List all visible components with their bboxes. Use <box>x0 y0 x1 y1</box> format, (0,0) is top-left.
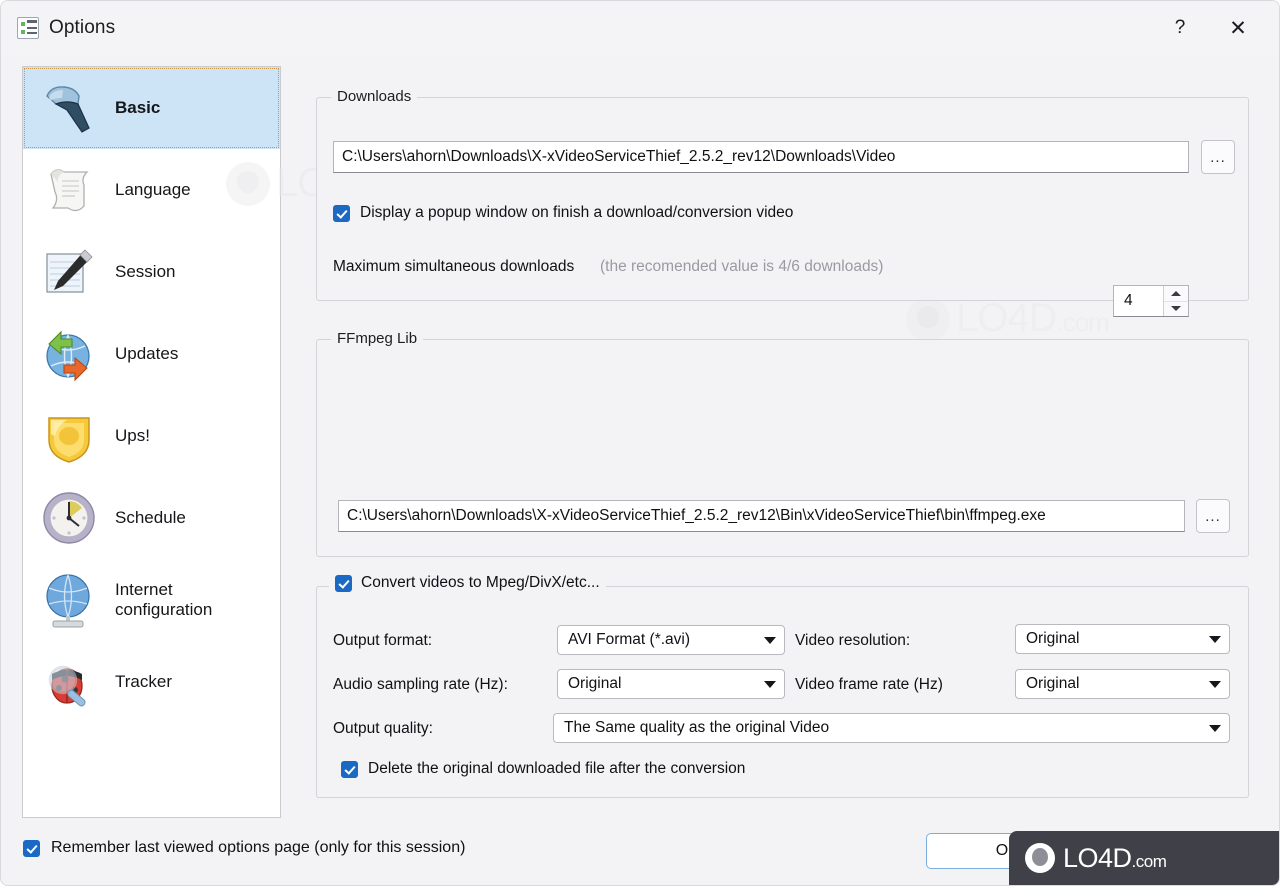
convert-group: Convert videos to Mpeg/DivX/etc... Outpu… <box>316 574 1249 798</box>
watermark-logo-icon <box>1025 843 1055 873</box>
video-frame-rate-label: Video frame rate (Hz) <box>795 676 943 693</box>
video-resolution-label: Video resolution: <box>795 632 911 649</box>
output-format-select[interactable]: AVI Format (*.avi) <box>557 625 785 655</box>
popup-on-finish-checkbox-row[interactable]: Display a popup window on finish a downl… <box>333 204 793 222</box>
close-icon[interactable]: ✕ <box>1209 8 1267 48</box>
ffmpeg-group-title: FFmpeg Lib <box>331 330 424 347</box>
audio-sampling-rate-label: Audio sampling rate (Hz): <box>333 676 508 693</box>
stepper-up-icon[interactable] <box>1164 286 1188 302</box>
ffmpeg-path-input[interactable]: C:\Users\ahorn\Downloads\X-xVideoService… <box>338 500 1185 532</box>
sidebar-item-label: Schedule <box>115 508 186 528</box>
remember-page-checkbox-row[interactable]: Remember last viewed options page (only … <box>23 839 465 857</box>
delete-original-checkbox[interactable] <box>341 760 358 778</box>
video-resolution-value: Original <box>1026 630 1080 647</box>
sidebar-item-internet-configuration[interactable]: Internet configuration <box>23 559 280 641</box>
window-title: Options <box>49 17 116 38</box>
chevron-down-icon <box>1209 680 1221 688</box>
watermark-badge: LO4D.com <box>1009 831 1279 885</box>
popup-on-finish-label: Display a popup window on finish a downl… <box>360 204 794 221</box>
options-category-list[interactable]: Basic Language Session Updates Ups! Sche… <box>22 66 281 818</box>
sidebar-item-updates[interactable]: Updates <box>23 313 280 395</box>
gold-shield-icon <box>37 404 101 468</box>
sidebar-item-label: Tracker <box>115 672 172 692</box>
convert-videos-label: Convert videos to Mpeg/DivX/etc... <box>361 574 600 591</box>
download-path-input[interactable]: C:\Users\ahorn\Downloads\X-xVideoService… <box>333 141 1189 173</box>
notepad-pen-icon <box>37 240 101 304</box>
output-format-label: Output format: <box>333 632 433 649</box>
remember-page-checkbox[interactable] <box>23 839 40 857</box>
audio-sampling-rate-select[interactable]: Original <box>557 669 785 699</box>
downloads-group-title: Downloads <box>331 88 418 105</box>
watermark-badge-text: LO4D.com <box>1063 842 1167 873</box>
window-controls: ? ✕ <box>1151 1 1279 55</box>
chevron-down-icon <box>1209 724 1221 732</box>
convert-videos-checkbox[interactable] <box>335 574 352 592</box>
stepper-down-icon[interactable] <box>1164 302 1188 317</box>
video-frame-rate-select[interactable]: Original <box>1015 669 1230 699</box>
options-dialog: Options ? ✕ Basic Language Session Updat… <box>0 0 1280 886</box>
output-format-value: AVI Format (*.avi) <box>568 631 691 648</box>
output-quality-label: Output quality: <box>333 720 433 737</box>
chevron-down-icon <box>1209 635 1221 643</box>
sidebar-item-ups[interactable]: Ups! <box>23 395 280 477</box>
sidebar-item-label: Basic <box>115 98 161 118</box>
sidebar-item-tracker[interactable]: Tracker <box>23 641 280 723</box>
max-downloads-hint: (the recomended value is 4/6 downloads) <box>600 258 884 275</box>
options-list-icon <box>17 17 39 39</box>
delete-original-checkbox-row[interactable]: Delete the original downloaded file afte… <box>341 760 745 778</box>
globe-sync-icon <box>37 322 101 386</box>
convert-videos-checkbox-row[interactable]: Convert videos to Mpeg/DivX/etc... <box>329 574 606 592</box>
sidebar-item-label: Updates <box>115 344 179 364</box>
popup-on-finish-checkbox[interactable] <box>333 204 350 222</box>
video-frame-rate-value: Original <box>1026 675 1080 692</box>
help-button[interactable]: ? <box>1151 8 1209 48</box>
output-quality-select[interactable]: The Same quality as the original Video <box>553 713 1230 743</box>
sidebar-item-label: Ups! <box>115 426 150 446</box>
ffmpeg-path-browse-button[interactable]: ... <box>1196 499 1230 533</box>
clock-icon <box>37 486 101 550</box>
watermark-lo4d-right: LO4D.com <box>906 296 1110 341</box>
sidebar-item-basic[interactable]: Basic <box>23 67 280 149</box>
globe-network-icon <box>37 568 101 632</box>
sidebar-item-label: Session <box>115 262 176 282</box>
hammer-icon <box>37 76 101 140</box>
stepper-arrows[interactable] <box>1163 286 1188 316</box>
ffmpeg-group: FFmpeg Lib C:\Users\ahorn\Downloads\X-xV… <box>316 330 1249 557</box>
max-downloads-value[interactable]: 4 <box>1114 292 1163 310</box>
max-downloads-label: Maximum simultaneous downloads <box>333 258 575 275</box>
chevron-down-icon <box>764 680 776 688</box>
chevron-down-icon <box>764 636 776 644</box>
max-downloads-stepper[interactable]: 4 <box>1113 285 1189 317</box>
sidebar-item-label: Language <box>115 180 191 200</box>
download-path-browse-button[interactable]: ... <box>1201 140 1235 174</box>
sidebar-item-language[interactable]: Language <box>23 149 280 231</box>
video-resolution-select[interactable]: Original <box>1015 624 1230 654</box>
output-quality-value: The Same quality as the original Video <box>564 719 830 736</box>
bug-magnifier-icon <box>37 650 101 714</box>
audio-sampling-rate-value: Original <box>568 675 622 692</box>
delete-original-label: Delete the original downloaded file afte… <box>368 760 746 777</box>
options-pane-basic: LO4D.com LO4D.com LO4D.com Downloads C:\… <box>226 66 1259 818</box>
title-bar: Options ? ✕ <box>1 1 1279 55</box>
sidebar-item-schedule[interactable]: Schedule <box>23 477 280 559</box>
remember-page-label: Remember last viewed options page (only … <box>51 839 466 856</box>
downloads-group: Downloads C:\Users\ahorn\Downloads\X-xVi… <box>316 88 1249 317</box>
sidebar-item-session[interactable]: Session <box>23 231 280 313</box>
scroll-icon <box>37 158 101 222</box>
sidebar-item-label: Internet configuration <box>115 580 213 619</box>
